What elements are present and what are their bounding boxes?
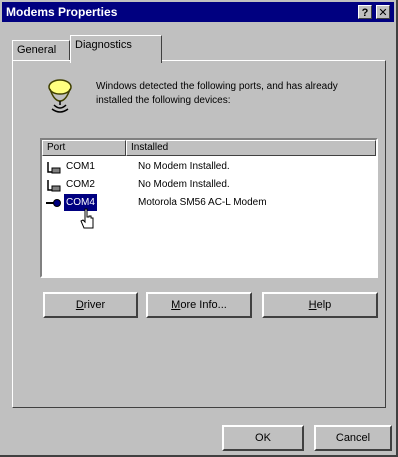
- ok-button[interactable]: OK: [222, 425, 304, 451]
- tab-diagnostics[interactable]: Diagnostics: [70, 35, 162, 63]
- modems-properties-window: Modems Properties ? ✕ General Diagnostic…: [0, 0, 398, 457]
- close-button[interactable]: ✕: [376, 5, 390, 19]
- tab-general[interactable]: General: [12, 40, 70, 62]
- driver-button[interactable]: Driver: [43, 292, 138, 318]
- port-name: COM1: [66, 161, 95, 172]
- port-name: COM2: [66, 179, 95, 190]
- more-info-button[interactable]: More Info...: [146, 292, 252, 318]
- window-title: Modems Properties: [6, 5, 118, 19]
- help-button-diagnostics[interactable]: Help: [262, 292, 378, 318]
- port-icon: [47, 180, 61, 192]
- installed-device: Motorola SM56 AC-L Modem: [138, 197, 267, 208]
- list-item[interactable]: COM2 No Modem Installed.: [42, 176, 376, 193]
- info-text: Windows detected the following ports, an…: [96, 81, 338, 106]
- installed-device: No Modem Installed.: [138, 161, 230, 172]
- list-item[interactable]: COM1 No Modem Installed.: [42, 158, 376, 175]
- port-icon: [47, 162, 61, 174]
- help-button[interactable]: ?: [358, 5, 372, 19]
- modem-connector-icon: [46, 199, 61, 207]
- info-lightbulb-icon: [48, 79, 72, 113]
- column-header-port[interactable]: Port: [42, 140, 126, 156]
- cancel-button[interactable]: Cancel: [314, 425, 392, 451]
- installed-device: No Modem Installed.: [138, 179, 230, 190]
- column-header-installed[interactable]: Installed: [126, 140, 376, 156]
- hand-pointer-cursor-icon: [80, 208, 94, 229]
- title-bar[interactable]: Modems Properties ? ✕: [2, 2, 394, 22]
